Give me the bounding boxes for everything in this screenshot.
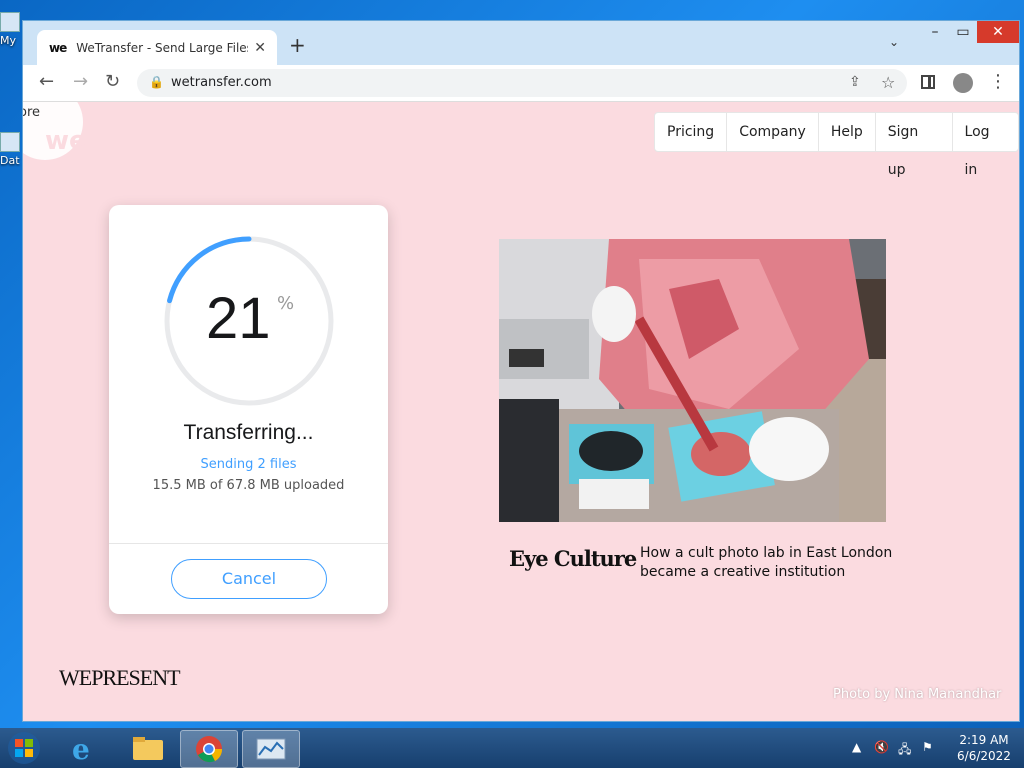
desktop-icon-my-computer[interactable]: My xyxy=(0,12,22,52)
side-panel-icon[interactable] xyxy=(921,75,935,89)
browser-window: we WeTransfer - Send Large Files & ✕ + ⌄… xyxy=(22,20,1020,722)
start-button[interactable] xyxy=(4,730,44,766)
nav-company[interactable]: Company xyxy=(727,113,819,151)
browser-toolbar: ← → ↻ 🔒 wetransfer.com ⇪ ☆ ⋮ xyxy=(23,65,1019,102)
tab-close-icon[interactable]: ✕ xyxy=(254,40,266,56)
bookmark-star-icon[interactable]: ☆ xyxy=(881,73,895,92)
card-divider xyxy=(109,543,388,544)
back-arrow-icon[interactable]: ← xyxy=(39,71,54,92)
volume-muted-icon[interactable]: 🔇 xyxy=(874,740,889,754)
nav-sign-up[interactable]: Sign up xyxy=(876,113,953,178)
tab-search-chevron-icon[interactable]: ⌄ xyxy=(889,35,899,49)
new-tab-icon[interactable]: + xyxy=(289,33,306,57)
show-hidden-icons-icon[interactable]: ▲ xyxy=(852,740,861,754)
desktop-icon-label: My xyxy=(0,34,17,47)
svg-text:we: we xyxy=(45,126,87,156)
wepresent-logo[interactable]: WEPRESENT xyxy=(59,665,181,691)
nav-pricing[interactable]: Pricing xyxy=(655,113,728,151)
maximize-button[interactable]: ▭ xyxy=(949,21,977,43)
clock-time: 2:19 AM xyxy=(959,733,1009,747)
cancel-button[interactable]: Cancel xyxy=(171,559,327,599)
chrome-icon[interactable] xyxy=(180,730,238,768)
taskbar: e ▲ 🔇 🖧 ⚑ 2:19 AM 6/6/2022 xyxy=(0,728,1024,768)
story-title[interactable]: Eye Culture xyxy=(509,546,637,571)
lock-icon[interactable]: 🔒 xyxy=(149,75,164,89)
desktop-icon-data[interactable]: Dat xyxy=(0,132,22,172)
file-explorer-icon[interactable] xyxy=(120,730,176,766)
transfer-status: Transferring... xyxy=(183,421,314,444)
forward-arrow-icon[interactable]: → xyxy=(73,71,88,92)
share-icon[interactable]: ⇪ xyxy=(849,74,861,90)
wetransfer-favicon-icon: we xyxy=(49,40,67,55)
taskbar-clock[interactable]: 2:19 AM 6/6/2022 xyxy=(950,732,1018,764)
action-center-icon[interactable]: ⚑ xyxy=(922,740,933,754)
reload-icon[interactable]: ↻ xyxy=(105,71,120,92)
internet-explorer-icon[interactable]: e xyxy=(58,730,114,766)
clock-date: 6/6/2022 xyxy=(957,749,1011,763)
percent-sign: % xyxy=(277,293,295,314)
more-text: ore xyxy=(23,105,41,120)
tab-title: WeTransfer - Send Large Files & xyxy=(76,40,249,55)
tab-strip: we WeTransfer - Send Large Files & ✕ + ⌄… xyxy=(23,21,1019,65)
story-description[interactable]: How a cult photo lab in East London beca… xyxy=(640,544,900,582)
close-window-button[interactable]: ✕ xyxy=(977,21,1019,43)
top-nav: Pricing Company Help Sign up Log in xyxy=(654,112,1019,178)
uploaded-amount: 15.5 MB of 67.8 MB uploaded xyxy=(152,478,345,493)
browser-menu-icon[interactable]: ⋮ xyxy=(989,71,1007,92)
url-text[interactable]: wetransfer.com xyxy=(171,75,272,90)
story-photo[interactable] xyxy=(499,239,886,522)
task-manager-icon[interactable] xyxy=(242,730,300,768)
tab-wetransfer[interactable]: we WeTransfer - Send Large Files & ✕ xyxy=(37,30,277,65)
sending-files-link[interactable]: Sending 2 files xyxy=(109,457,388,472)
address-bar[interactable]: 🔒 wetransfer.com ⇪ ☆ xyxy=(137,69,907,97)
photo-credit: Photo by Nina Manandhar xyxy=(833,687,1002,702)
svg-text:e: e xyxy=(72,733,90,766)
profile-avatar-icon[interactable] xyxy=(953,73,973,93)
transfer-card: 21 % Transferring... Sending 2 files 15.… xyxy=(109,205,388,614)
minimize-button[interactable]: – xyxy=(921,21,949,43)
desktop-icon-label: Dat xyxy=(0,154,20,167)
network-icon[interactable]: 🖧 xyxy=(898,740,911,761)
progress-percent: 21 xyxy=(206,286,271,351)
nav-log-in[interactable]: Log in xyxy=(953,113,1018,178)
nav-help[interactable]: Help xyxy=(819,113,876,151)
page-content: we ore Pricing Company Help Sign up Log … xyxy=(23,102,1019,721)
